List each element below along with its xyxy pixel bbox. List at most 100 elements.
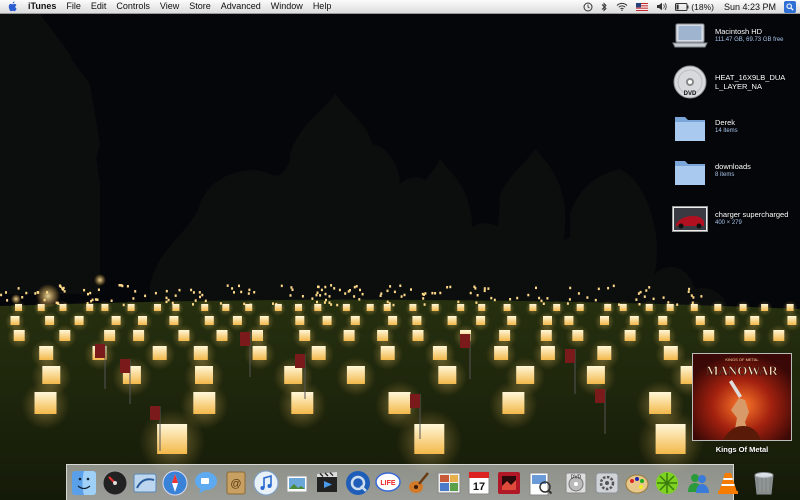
ical-day: 17: [473, 481, 485, 493]
battery-status[interactable]: (18%): [675, 2, 714, 12]
luminary-lantern: [59, 304, 67, 311]
luminary-lantern: [388, 392, 411, 414]
messenger-icon[interactable]: [685, 470, 711, 496]
apple-menu-icon[interactable]: [6, 0, 20, 13]
small-flag: [565, 349, 575, 363]
luminary-lantern: [629, 316, 639, 325]
desktop-icon-macintosh-hd[interactable]: Macintosh HD 111.47 GB, 69.73 GB free: [672, 20, 784, 52]
menu-window[interactable]: Window: [271, 0, 303, 13]
luminary-lantern: [232, 316, 242, 325]
distant-light: [410, 288, 412, 291]
mail-icon[interactable]: [132, 470, 158, 496]
luminary-lantern: [412, 316, 422, 325]
svg-text:LIFE: LIFE: [380, 480, 395, 487]
luminary-lantern: [127, 304, 135, 311]
distant-light: [403, 293, 406, 297]
garageband-icon[interactable]: [405, 470, 431, 496]
distant-light: [476, 294, 479, 297]
luminary-lantern: [343, 330, 355, 341]
battery-percent: (18%): [691, 1, 714, 12]
quicktime-icon[interactable]: [345, 470, 371, 496]
menu-file[interactable]: File: [66, 0, 81, 13]
luminary-lantern: [111, 316, 121, 325]
spotlight-icon[interactable]: [784, 0, 796, 13]
distant-light: [89, 291, 92, 295]
wifi-icon[interactable]: [616, 2, 628, 11]
iphoto-icon[interactable]: [284, 470, 310, 496]
luminary-lantern: [714, 304, 722, 311]
preview-icon[interactable]: [527, 470, 553, 496]
desktop-icon-label: Macintosh HD: [715, 27, 763, 36]
address-book-icon[interactable]: @: [223, 470, 249, 496]
distant-light: [527, 293, 530, 297]
luminary-lantern: [666, 304, 674, 311]
imovie-icon[interactable]: [314, 470, 340, 496]
menu-advanced[interactable]: Advanced: [221, 0, 261, 13]
distant-light: [493, 298, 496, 302]
menu-app-name[interactable]: iTunes: [28, 0, 56, 13]
luminary-lantern: [645, 304, 653, 311]
distant-light: [144, 294, 147, 298]
dashboard-icon[interactable]: [102, 470, 128, 496]
distant-light: [324, 285, 327, 289]
dvd-player-icon[interactable]: DVD: [563, 470, 589, 496]
distant-light: [490, 296, 493, 300]
distant-light: [174, 294, 177, 297]
luminary-lantern: [414, 424, 445, 454]
luminary-lantern: [346, 366, 365, 384]
distant-light: [192, 303, 194, 306]
distant-light: [645, 289, 648, 292]
distant-light: [290, 286, 293, 289]
distant-light: [393, 290, 396, 294]
menu-clock[interactable]: Sun 4:23 PM: [724, 2, 776, 12]
desktop-icon-info: 111.47 GB, 69.73 GB free: [715, 37, 784, 43]
album-artwork[interactable]: KINGS OF METAL MANOWAR: [692, 353, 792, 441]
luminary-lantern: [478, 304, 486, 311]
luminary-lantern: [157, 424, 188, 454]
distant-light: [652, 297, 655, 301]
us-flag-icon[interactable]: [636, 2, 649, 11]
bluetooth-icon[interactable]: [601, 1, 608, 12]
color-picker-icon[interactable]: [624, 470, 650, 496]
menu-controls[interactable]: Controls: [116, 0, 150, 13]
distant-light: [190, 288, 193, 292]
luminary-lantern: [388, 316, 398, 325]
small-flag: [95, 344, 105, 358]
distant-light: [247, 292, 250, 295]
luminary-lantern: [383, 304, 391, 311]
itunes-icon[interactable]: [253, 470, 279, 496]
small-flag: [120, 359, 130, 373]
vlc-icon[interactable]: [715, 470, 741, 496]
system-preferences-icon[interactable]: [594, 470, 620, 496]
distant-light: [301, 295, 304, 298]
luminary-lantern: [154, 304, 161, 311]
distant-light: [192, 291, 195, 294]
luminary-lantern: [604, 304, 612, 311]
luminary-lantern: [15, 304, 22, 311]
time-machine-icon[interactable]: [583, 2, 593, 12]
desktop-icon-dvd[interactable]: DVD HEAT_16X9LB_DUAL_LAYER_NA: [672, 65, 787, 99]
luminary-lantern: [366, 304, 374, 311]
menu-edit[interactable]: Edit: [91, 0, 107, 13]
comic-life-icon[interactable]: LIFE: [375, 470, 401, 496]
photo-editor-icon[interactable]: [496, 470, 522, 496]
ichat-icon[interactable]: [193, 470, 219, 496]
desktop-icon-downloads[interactable]: downloads 8 items: [672, 155, 751, 187]
photo-booth-icon[interactable]: [436, 470, 462, 496]
volume-icon[interactable]: [656, 2, 667, 11]
menu-help[interactable]: Help: [313, 0, 332, 13]
safari-icon[interactable]: [162, 470, 188, 496]
finder-icon[interactable]: [71, 470, 97, 496]
distant-light: [87, 292, 89, 296]
trash-icon[interactable]: [751, 470, 777, 496]
limewire-icon[interactable]: [654, 470, 680, 496]
distant-light: [165, 300, 168, 304]
menu-store[interactable]: Store: [189, 0, 211, 13]
distant-light: [358, 298, 361, 301]
desktop-icon-charger-supercharged[interactable]: charger supercharged 400 × 279: [672, 203, 788, 235]
desktop-icon-derek[interactable]: Derek 14 items: [672, 111, 738, 143]
ical-icon[interactable]: 17: [466, 470, 492, 496]
distant-light: [120, 284, 123, 287]
distant-light: [643, 295, 646, 298]
menu-view[interactable]: View: [160, 0, 179, 13]
